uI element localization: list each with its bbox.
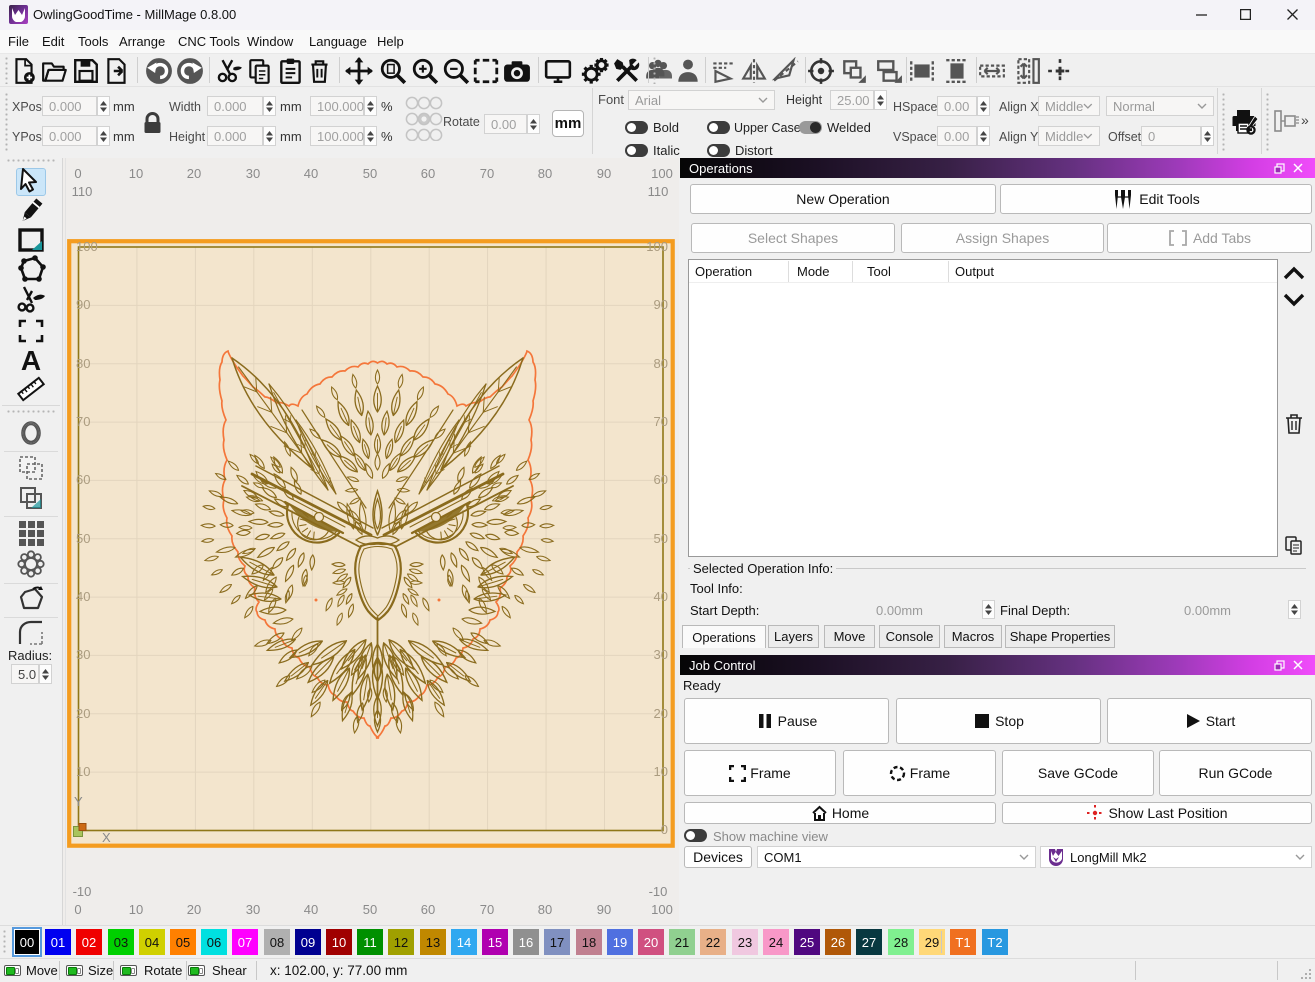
svg-text:70: 70 — [654, 414, 668, 429]
svg-text:90: 90 — [597, 166, 611, 181]
svg-text:50: 50 — [654, 531, 668, 546]
svg-text:90: 90 — [597, 902, 611, 917]
svg-text:0: 0 — [74, 166, 81, 181]
svg-text:Y: Y — [74, 794, 83, 809]
svg-text:20: 20 — [654, 706, 668, 721]
svg-text:60: 60 — [421, 166, 435, 181]
svg-text:110: 110 — [72, 184, 93, 199]
svg-text:60: 60 — [76, 472, 90, 487]
svg-text:-10: -10 — [73, 884, 92, 899]
svg-text:40: 40 — [304, 902, 318, 917]
svg-text:40: 40 — [304, 166, 318, 181]
svg-text:10: 10 — [129, 166, 143, 181]
svg-text:100: 100 — [646, 239, 668, 254]
svg-text:20: 20 — [187, 166, 201, 181]
svg-text:10: 10 — [129, 902, 143, 917]
svg-text:X: X — [102, 830, 111, 845]
svg-text:80: 80 — [654, 356, 668, 371]
svg-text:-10: -10 — [649, 884, 668, 899]
svg-text:30: 30 — [654, 647, 668, 662]
svg-text:50: 50 — [363, 902, 377, 917]
svg-text:0: 0 — [74, 902, 81, 917]
svg-text:70: 70 — [480, 902, 494, 917]
svg-text:0: 0 — [661, 822, 668, 837]
svg-text:20: 20 — [76, 706, 90, 721]
svg-text:40: 40 — [654, 589, 668, 604]
svg-text:100: 100 — [651, 902, 673, 917]
svg-text:20: 20 — [187, 902, 201, 917]
svg-text:80: 80 — [538, 902, 552, 917]
svg-text:30: 30 — [246, 902, 260, 917]
svg-text:110: 110 — [648, 184, 669, 199]
svg-text:90: 90 — [654, 297, 668, 312]
svg-text:100: 100 — [651, 166, 673, 181]
svg-text:50: 50 — [363, 166, 377, 181]
svg-text:90: 90 — [76, 297, 90, 312]
svg-text:50: 50 — [76, 531, 90, 546]
svg-text:30: 30 — [76, 647, 90, 662]
svg-text:70: 70 — [76, 414, 90, 429]
svg-text:60: 60 — [421, 902, 435, 917]
svg-text:A: A — [21, 345, 41, 375]
svg-text:10: 10 — [76, 764, 90, 779]
svg-text:80: 80 — [538, 166, 552, 181]
svg-text:70: 70 — [480, 166, 494, 181]
svg-text:100: 100 — [76, 239, 98, 254]
svg-text:10: 10 — [654, 764, 668, 779]
svg-text:60: 60 — [654, 472, 668, 487]
svg-text:30: 30 — [246, 166, 260, 181]
svg-text:40: 40 — [76, 589, 90, 604]
svg-text:80: 80 — [76, 356, 90, 371]
